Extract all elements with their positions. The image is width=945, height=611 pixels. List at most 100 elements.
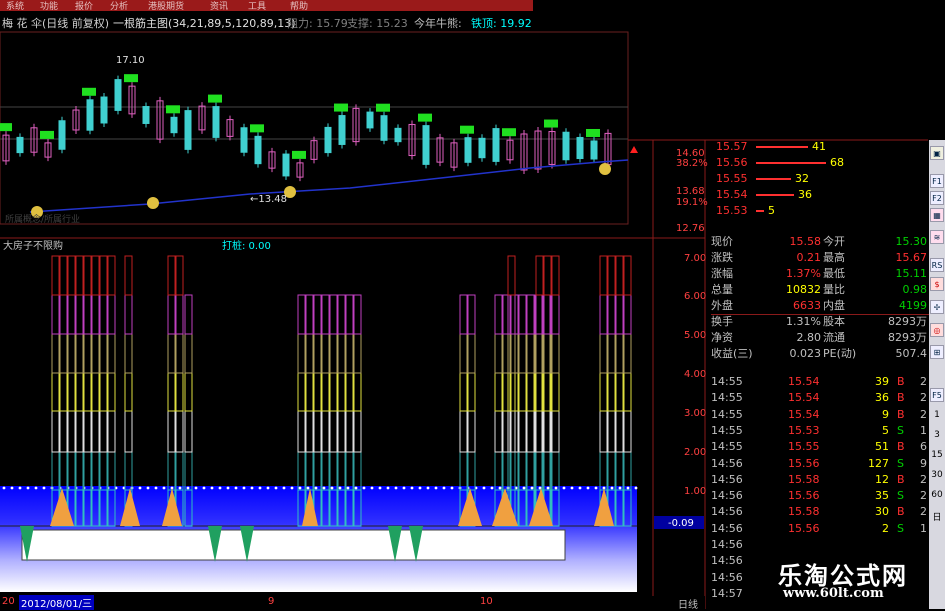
level-box: [551, 255, 560, 296]
level-box: [107, 451, 116, 491]
order-book-row[interactable]: 15.55 32: [716, 172, 928, 186]
level-box: [623, 333, 632, 374]
candle: [478, 137, 486, 159]
quote-row: 净资 2.80 流通 8293万: [711, 331, 929, 345]
concept-watermark: 所属概念/所属行业: [5, 213, 80, 225]
tick-row[interactable]: 14:55 15.55 51 B 6: [711, 440, 929, 454]
quote-label: 收益(三): [711, 347, 753, 360]
level-box: [623, 451, 632, 491]
level-box: [297, 372, 306, 412]
chart-icon[interactable]: ≋: [930, 230, 944, 244]
level-box: [297, 410, 306, 453]
tick-row[interactable]: 14:56 15.58 30 B 2: [711, 505, 929, 519]
level-box: [99, 255, 108, 296]
ask-price: 15.56: [716, 156, 748, 169]
order-book-row[interactable]: 15.54 36: [716, 188, 928, 202]
level-box: [345, 410, 354, 453]
dot: [210, 486, 214, 490]
quote-label: 最高: [823, 251, 845, 264]
tick-side: B: [897, 375, 905, 388]
dot: [434, 486, 438, 490]
tick-time: 14:55: [711, 407, 743, 421]
tick-row[interactable]: 14:55 15.53 5 S 1: [711, 424, 929, 438]
level-box: [467, 294, 476, 335]
period-day[interactable]: 日: [930, 510, 944, 523]
level-box: [83, 372, 92, 412]
tick-time: 14:55: [711, 391, 743, 405]
level-box: [329, 372, 338, 412]
dot: [546, 486, 550, 490]
y-tick: 1.00: [684, 486, 706, 497]
level-box: [51, 333, 60, 374]
toolbar-rs-icon[interactable]: RS: [930, 258, 944, 272]
ask-volume-bar: [756, 162, 826, 164]
level-box: [67, 451, 76, 491]
dollar-icon[interactable]: $: [930, 277, 944, 291]
tick-row[interactable]: 14:56 15.56 35 S 2: [711, 489, 929, 503]
level-box: [507, 255, 516, 296]
tick-row[interactable]: 14:55 15.54 36 B 2: [711, 391, 929, 405]
tick-row[interactable]: 14:55 15.54 9 B 2: [711, 408, 929, 422]
level-box: [353, 410, 362, 453]
chart2-icon[interactable]: ⊞: [930, 345, 944, 359]
candle: [282, 153, 290, 177]
level-box: [91, 333, 100, 374]
tick-row[interactable]: 14:56 15.56 2 S 1: [711, 522, 929, 536]
order-book-row[interactable]: 15.57 41: [716, 140, 928, 154]
level-box: [551, 451, 560, 491]
level-box: [167, 451, 176, 491]
dot: [570, 486, 574, 490]
candle: [394, 127, 402, 143]
period-1[interactable]: 1: [930, 410, 944, 420]
level-box: [91, 255, 100, 296]
ask-volume: 41: [812, 140, 826, 153]
toolbar-f2-icon[interactable]: F2: [930, 191, 944, 205]
grid-icon[interactable]: ▦: [930, 208, 944, 222]
level-box: [321, 333, 330, 374]
dot: [186, 486, 190, 490]
trend-block: [82, 87, 96, 96]
level-box: [607, 333, 616, 374]
level-box: [321, 410, 330, 453]
period-3[interactable]: 3: [930, 430, 944, 440]
tick-row[interactable]: 14:56: [711, 538, 929, 552]
right-toolbar: ▣ F1 F2 ▦ ≋ RS $ ✢ ◎ ⊞ F5 1 3 15 30 60 日: [929, 140, 945, 609]
dot: [306, 486, 310, 490]
target-icon[interactable]: ◎: [930, 323, 944, 337]
order-book-row[interactable]: 15.53 5: [716, 204, 928, 218]
level-box: [297, 451, 306, 491]
cross-icon[interactable]: ✢: [930, 300, 944, 314]
order-book-row[interactable]: 15.56 68: [716, 156, 928, 170]
dot: [218, 486, 222, 490]
level-box: [107, 333, 116, 374]
tick-count: 1: [920, 423, 927, 437]
trend-block: [418, 113, 432, 122]
candle: [142, 106, 150, 124]
dot: [618, 486, 622, 490]
quote-value: 1.31%: [786, 315, 821, 328]
level-box: [67, 294, 76, 335]
period-30[interactable]: 30: [930, 470, 944, 480]
tick-count: 6: [920, 440, 927, 454]
level-box: [75, 372, 84, 412]
candle: [184, 110, 192, 150]
tick-row[interactable]: 14:56 15.56 127 S 9: [711, 457, 929, 471]
candle: [576, 136, 584, 160]
level-box: [51, 294, 60, 335]
dot: [234, 486, 238, 490]
date-label: 2012/08/01/三: [19, 595, 95, 610]
level-box: [99, 294, 108, 335]
toolbar-f5-icon[interactable]: F5: [930, 388, 944, 402]
tick-row[interactable]: 14:55 15.54 39 B 2: [711, 375, 929, 389]
level-box: [91, 294, 100, 335]
tick-row[interactable]: 14:56 15.58 12 B 2: [711, 473, 929, 487]
level-box: [502, 451, 511, 491]
tick-side: B: [897, 505, 905, 519]
sub-indicator-name[interactable]: 大房子不限购: [3, 239, 63, 252]
toolbar-f1-icon[interactable]: F1: [930, 174, 944, 188]
period-60[interactable]: 60: [930, 490, 944, 500]
dot: [394, 486, 398, 490]
window-icon[interactable]: ▣: [930, 146, 944, 160]
level-box: [543, 255, 552, 296]
period-15[interactable]: 15: [930, 450, 944, 460]
